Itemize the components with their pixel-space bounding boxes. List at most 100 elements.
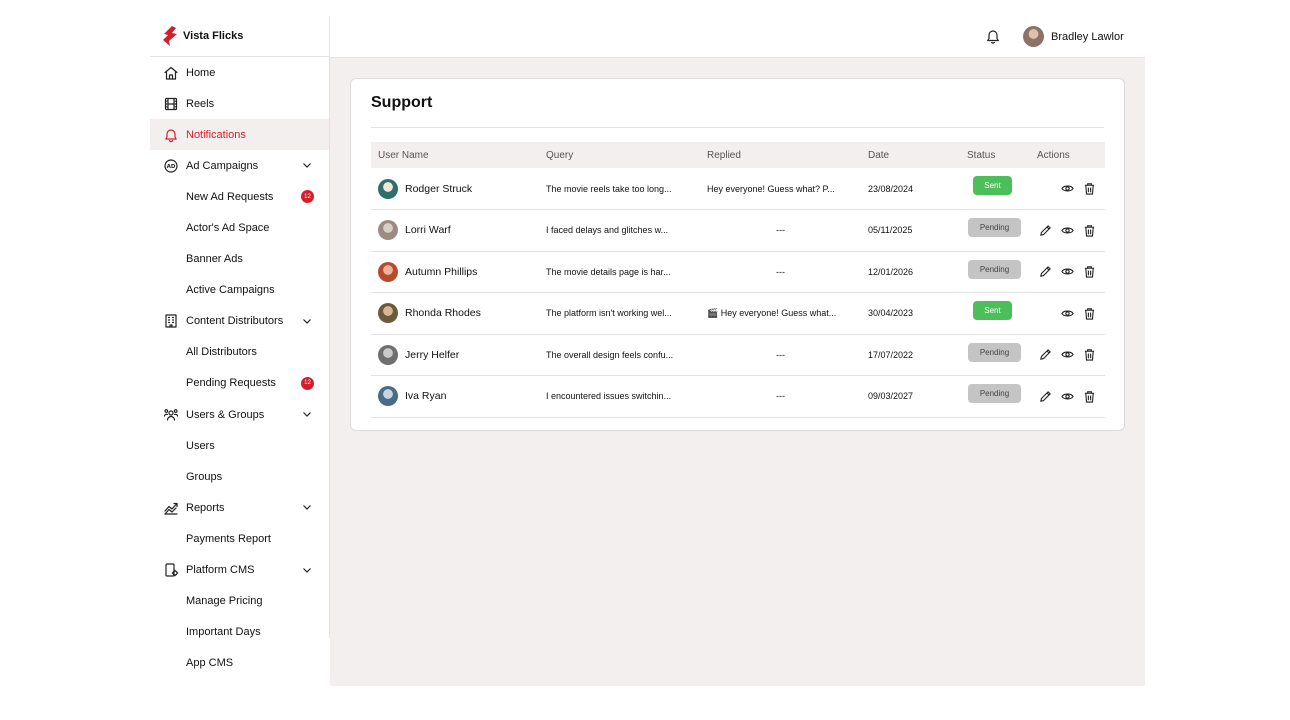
logo-icon bbox=[163, 26, 177, 46]
sidebar-item-users[interactable]: Users bbox=[150, 430, 329, 461]
cell-user-name: Lorri Warf bbox=[371, 209, 539, 252]
column-header-query: Query bbox=[546, 149, 574, 161]
status-badge: Pending bbox=[968, 342, 1021, 362]
user-name: Jerry Helfer bbox=[405, 348, 460, 361]
sidebar-item-payments-report[interactable]: Payments Report bbox=[150, 523, 329, 554]
chevron-down-icon[interactable] bbox=[301, 159, 313, 171]
sidebar-item-label: Ad Campaigns bbox=[186, 159, 259, 172]
sidebar: Vista Flicks Home Reels Notifications AD Ad … bbox=[150, 16, 330, 669]
sidebar-item-active-campaigns[interactable]: Active Campaigns bbox=[150, 275, 329, 306]
sidebar-item-actor-s-ad-space[interactable]: Actor's Ad Space bbox=[150, 212, 329, 243]
cell-status: Sent bbox=[960, 292, 1030, 335]
film-icon bbox=[163, 96, 179, 112]
cell-actions bbox=[1030, 209, 1105, 252]
cell-query: I encountered issues switchin... bbox=[539, 375, 700, 418]
view-icon[interactable] bbox=[1061, 224, 1074, 237]
sidebar-item-reels[interactable]: Reels bbox=[150, 88, 329, 119]
bell-icon[interactable] bbox=[986, 29, 1000, 44]
brand[interactable]: Vista Flicks bbox=[150, 16, 329, 57]
chevron-down-icon[interactable] bbox=[301, 315, 313, 327]
sidebar-item-users-groups[interactable]: Users & Groups bbox=[150, 399, 329, 430]
table-row[interactable]: Jerry Helfer The overall design feels co… bbox=[371, 334, 1105, 376]
sidebar-item-label: Reports bbox=[186, 501, 225, 514]
sidebar-item-label: Actor's Ad Space bbox=[186, 222, 270, 235]
delete-icon[interactable] bbox=[1083, 348, 1096, 361]
table-row[interactable]: Rodger Struck The movie reels take too l… bbox=[371, 168, 1105, 210]
table-row[interactable]: Autumn Phillips The movie details page i… bbox=[371, 251, 1105, 293]
sidebar-item-ad-campaigns[interactable]: AD Ad Campaigns bbox=[150, 150, 329, 181]
sidebar-item-manage-pricing[interactable]: Manage Pricing bbox=[150, 586, 329, 617]
sidebar-item-label: Home bbox=[186, 66, 216, 79]
cell-date: 05/11/2025 bbox=[861, 209, 960, 252]
cell-user-name: Autumn Phillips bbox=[371, 251, 539, 293]
sidebar-item-home[interactable]: Home bbox=[150, 57, 329, 88]
user-menu[interactable]: Bradley Lawlor bbox=[1023, 26, 1124, 47]
cell-replied: --- bbox=[700, 375, 861, 418]
count-badge: 12 bbox=[301, 376, 314, 390]
cell-query: I faced delays and glitches w... bbox=[539, 209, 700, 252]
delete-icon[interactable] bbox=[1083, 390, 1096, 403]
sidebar-item-label: Active Campaigns bbox=[186, 284, 275, 297]
cell-actions bbox=[1030, 251, 1105, 293]
view-icon[interactable] bbox=[1061, 265, 1074, 278]
divider bbox=[371, 127, 1104, 128]
sidebar-item-banner-ads[interactable]: Banner Ads bbox=[150, 244, 329, 275]
table-row[interactable]: Iva Ryan I encountered issues switchin..… bbox=[371, 375, 1105, 418]
chevron-down-icon[interactable] bbox=[301, 564, 313, 576]
sidebar-item-important-days[interactable]: Important Days bbox=[150, 617, 329, 648]
sidebar-item-content-distributors[interactable]: Content Distributors bbox=[150, 306, 329, 337]
cell-replied: --- bbox=[700, 251, 861, 293]
sidebar-item-label: Groups bbox=[186, 470, 223, 483]
sidebar-item-label: Payments Report bbox=[186, 532, 271, 545]
cell-replied: --- bbox=[700, 209, 861, 252]
view-icon[interactable] bbox=[1061, 390, 1074, 403]
table-row[interactable]: Rhonda Rhodes The platform isn't working… bbox=[371, 292, 1105, 335]
chevron-down-icon[interactable] bbox=[301, 408, 313, 420]
cell-replied: Hey everyone! Guess what? P... bbox=[700, 168, 861, 210]
column-header-actions: Actions bbox=[1037, 149, 1070, 161]
edit-icon[interactable] bbox=[1039, 224, 1052, 237]
cell-replied: --- bbox=[700, 334, 861, 376]
edit-icon[interactable] bbox=[1039, 348, 1052, 361]
chevron-down-icon[interactable] bbox=[301, 501, 313, 513]
status-badge: Sent bbox=[973, 301, 1012, 320]
support-table: User Name Query Replied Date Status Acti… bbox=[371, 142, 1105, 418]
edit-icon[interactable] bbox=[1039, 265, 1052, 278]
cell-user-name: Rhonda Rhodes bbox=[371, 292, 539, 335]
ad-icon: AD bbox=[163, 158, 179, 174]
avatar bbox=[1023, 26, 1044, 47]
delete-icon[interactable] bbox=[1083, 182, 1096, 195]
cell-status: Pending bbox=[960, 334, 1030, 376]
table-row[interactable]: Lorri Warf I faced delays and glitches w… bbox=[371, 209, 1105, 252]
sidebar-item-reports[interactable]: Reports bbox=[150, 492, 329, 523]
sidebar-item-label: All Distributors bbox=[186, 346, 257, 359]
sidebar-item-pending-requests[interactable]: Pending Requests 12 bbox=[150, 368, 329, 399]
sidebar-item-all-distributors[interactable]: All Distributors bbox=[150, 337, 329, 368]
cell-query: The movie reels take too long... bbox=[539, 168, 700, 210]
edit-icon[interactable] bbox=[1039, 390, 1052, 403]
bell-icon bbox=[163, 127, 179, 143]
sidebar-item-groups[interactable]: Groups bbox=[150, 461, 329, 492]
column-header-user-name: User Name bbox=[378, 149, 429, 161]
app-window: Vista Flicks Home Reels Notifications AD Ad … bbox=[150, 16, 1145, 686]
building-icon bbox=[163, 313, 179, 329]
cell-query: The overall design feels confu... bbox=[539, 334, 700, 376]
sidebar-item-notifications[interactable]: Notifications bbox=[150, 119, 329, 151]
delete-icon[interactable] bbox=[1083, 224, 1096, 237]
top-header: Bradley Lawlor bbox=[330, 16, 1145, 58]
sidebar-item-new-ad-requests[interactable]: New Ad Requests 12 bbox=[150, 181, 329, 212]
sidebar-item-platform-cms[interactable]: Platform CMS bbox=[150, 555, 329, 586]
sidebar-item-label: Notifications bbox=[186, 128, 246, 141]
sidebar-item-app-cms[interactable]: App CMS bbox=[150, 648, 329, 679]
view-icon[interactable] bbox=[1061, 307, 1074, 320]
view-icon[interactable] bbox=[1061, 348, 1074, 361]
delete-icon[interactable] bbox=[1083, 265, 1096, 278]
column-header-date: Date bbox=[868, 149, 890, 161]
brand-name: Vista Flicks bbox=[183, 30, 244, 42]
cell-user-name: Iva Ryan bbox=[371, 375, 539, 418]
view-icon[interactable] bbox=[1061, 182, 1074, 195]
cell-user-name: Rodger Struck bbox=[371, 168, 539, 210]
cell-status: Pending bbox=[960, 209, 1030, 252]
delete-icon[interactable] bbox=[1083, 307, 1096, 320]
avatar bbox=[378, 303, 398, 324]
